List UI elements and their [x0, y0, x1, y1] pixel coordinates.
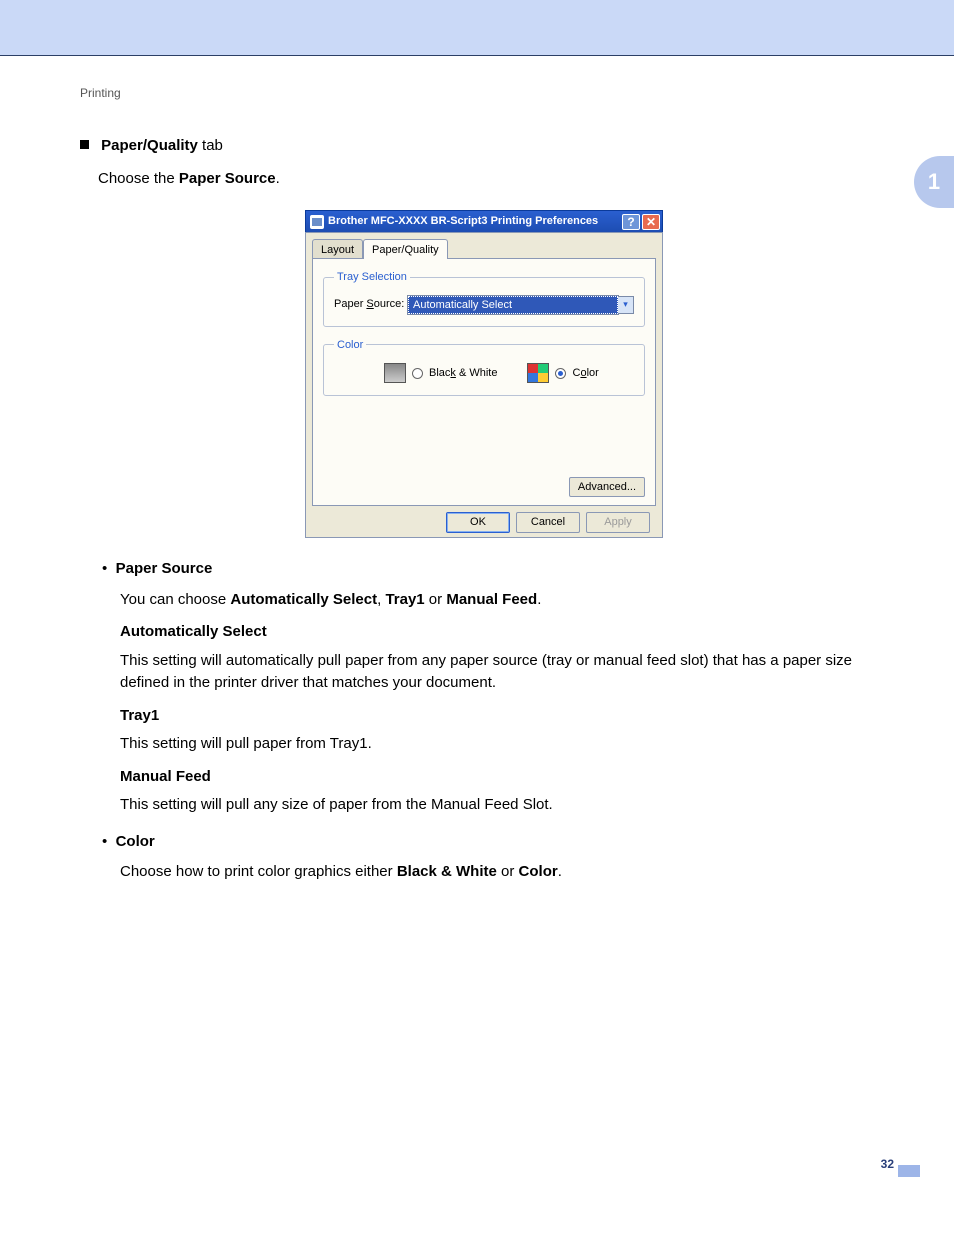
square-bullet-icon [80, 140, 89, 149]
dialog-titlebar[interactable]: Brother MFC-XXXX BR-Script3 Printing Pre… [305, 210, 663, 232]
intro-bold: Paper Source [179, 170, 276, 187]
tray1-body: This setting will pull paper from Tray1. [120, 733, 890, 756]
tray-legend: Tray Selection [334, 269, 410, 286]
color-radio[interactable] [555, 368, 566, 379]
paper-source-value[interactable]: Automatically Select [408, 296, 618, 314]
auto-select-body: This setting will automatically pull pap… [120, 650, 890, 695]
item-paper-source: • Paper Source You can choose Automatica… [102, 558, 890, 817]
dialog-title: Brother MFC-XXXX BR-Script3 Printing Pre… [328, 213, 620, 230]
apply-button: Apply [586, 512, 650, 533]
color-body: Choose how to print color graphics eithe… [120, 861, 890, 884]
cl-cl: Color [519, 863, 558, 880]
help-button[interactable]: ? [622, 214, 640, 230]
paper-source-combo[interactable]: Automatically Select ▾ [408, 296, 634, 314]
ps-auto: Automatically Select [230, 591, 377, 608]
cl-bw: Black & White [397, 863, 497, 880]
paper-source-label: Paper Source: [334, 296, 408, 313]
intro-line: Choose the Paper Source. [98, 168, 890, 191]
ps-pre: You can choose [120, 591, 230, 608]
tab-pane: Tray Selection Paper Source: Automatical… [312, 258, 656, 506]
ps-manual: Manual Feed [446, 591, 537, 608]
cl-pre: Choose how to print color graphics eithe… [120, 863, 397, 880]
color-label: Color [572, 365, 598, 382]
section-heading: Paper/Quality tab [80, 135, 890, 158]
main-content: Paper/Quality tab Choose the Paper Sourc… [80, 135, 890, 884]
cancel-button[interactable]: Cancel [516, 512, 580, 533]
auto-select-head: Automatically Select [120, 621, 890, 644]
tray-selection-group: Tray Selection Paper Source: Automatical… [323, 269, 645, 327]
item-color: • Color Choose how to print color graphi… [102, 831, 890, 884]
bw-icon [384, 363, 406, 383]
bw-radio[interactable] [412, 368, 423, 379]
page-accent [898, 1165, 920, 1177]
color-legend: Color [334, 337, 366, 354]
color-icon [527, 363, 549, 383]
ok-button[interactable]: OK [446, 512, 510, 533]
color-head: Color [116, 833, 155, 850]
paper-source-head: Paper Source [116, 560, 213, 577]
bw-option[interactable]: Black & White [384, 363, 497, 383]
bw-label: Black & White [429, 365, 497, 382]
cl-or: or [497, 863, 519, 880]
heading-tail: tab [198, 137, 223, 154]
ps-post: . [537, 591, 541, 608]
intro-pre: Choose the [98, 170, 179, 187]
paper-source-body: You can choose Automatically Select, Tra… [120, 589, 890, 612]
close-button[interactable]: ✕ [642, 214, 660, 230]
heading-bold: Paper/Quality [101, 137, 198, 154]
dialog-body: Layout Paper/Quality Tray Selection Pape… [305, 232, 663, 538]
page-number: 32 [881, 1157, 894, 1171]
tab-paper-quality[interactable]: Paper/Quality [363, 239, 448, 259]
dot-bullet-icon: • [102, 833, 116, 850]
tab-layout[interactable]: Layout [312, 239, 363, 259]
dialog-window: Brother MFC-XXXX BR-Script3 Printing Pre… [305, 210, 663, 538]
color-option[interactable]: Color [527, 363, 598, 383]
ps-tray1: Tray1 [385, 591, 424, 608]
top-bar [0, 0, 954, 56]
tray1-head: Tray1 [120, 705, 890, 728]
dialog-footer: OK Cancel Apply [312, 506, 656, 533]
manual-feed-head: Manual Feed [120, 766, 890, 789]
printer-icon [310, 215, 324, 229]
manual-feed-body: This setting will pull any size of paper… [120, 794, 890, 817]
dot-bullet-icon: • [102, 560, 116, 577]
header-section: Printing [80, 86, 121, 100]
advanced-button[interactable]: Advanced... [569, 477, 645, 498]
tab-strip: Layout Paper/Quality [312, 239, 656, 259]
cl-post: . [558, 863, 562, 880]
color-group: Color Black & White Color [323, 337, 645, 397]
description-list: • Paper Source You can choose Automatica… [102, 558, 890, 884]
ps-or: or [425, 591, 447, 608]
intro-post: . [276, 170, 280, 187]
combo-dropdown-button[interactable]: ▾ [618, 296, 634, 314]
side-chapter-tab: 1 [914, 156, 954, 208]
